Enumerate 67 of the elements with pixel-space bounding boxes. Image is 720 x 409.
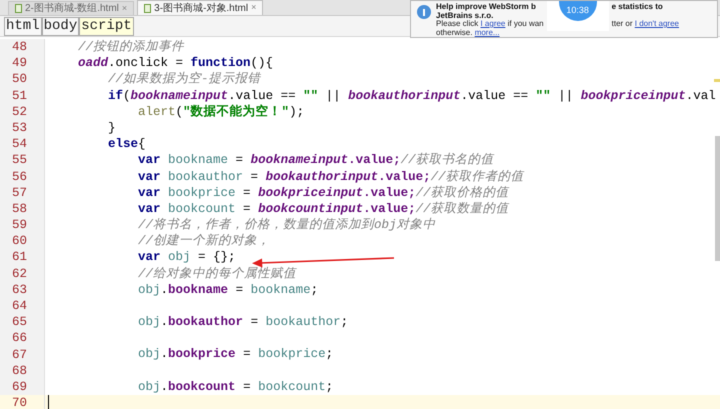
line-number: 53	[11, 120, 28, 136]
line-number: 66	[11, 330, 28, 347]
breadcrumb-item[interactable]: script	[79, 16, 134, 36]
notification-text: otherwise.	[436, 28, 474, 37]
line-number: 50	[11, 71, 28, 88]
line-number: 61	[11, 249, 28, 266]
notification-text: if you wan	[506, 20, 544, 28]
code-line: alert("数据不能为空！");	[137, 104, 304, 120]
code-line: obj.bookcount = bookcount;	[137, 378, 334, 395]
notification-link[interactable]: more...	[474, 28, 500, 37]
line-number: 63	[11, 282, 28, 298]
line-number: 59	[11, 217, 28, 234]
code-line: oadd.onclick = function(){	[77, 55, 274, 72]
code-line: //将书名，作者，价格，数量的值添加到obj对象中	[137, 217, 436, 234]
line-number: 55	[11, 152, 28, 168]
line-number: 65	[11, 314, 28, 330]
line-number: 69	[11, 378, 28, 396]
error-stripe-mark[interactable]	[714, 79, 720, 82]
line-number: 52	[11, 104, 28, 120]
line-number: 58	[11, 200, 28, 218]
line-number: 68	[11, 362, 28, 379]
tab-label: 3-图书商城-对象.html	[154, 2, 248, 16]
notification-text: Please click	[436, 20, 480, 28]
scrollbar-thumb[interactable]	[715, 136, 720, 261]
code-line: else{	[107, 136, 146, 152]
file-icon	[15, 4, 22, 13]
line-number: 62	[11, 266, 28, 282]
code-line: //创建一个新的对象，	[137, 233, 270, 250]
notification-title: e statistics to	[612, 3, 663, 12]
code-line: if(booknameinput.value == "" || bookauthorinput.value == "" || bookpriceinput.val	[107, 88, 716, 104]
line-number: 54	[11, 136, 28, 152]
line-number: 60	[11, 233, 28, 250]
code-line: obj.bookauthor = bookauthor;	[137, 314, 348, 330]
code-line: var bookprice = bookpriceinput.value;//获取价格的值	[137, 184, 509, 201]
tab-label: 2-图书商城-数组.html	[25, 2, 119, 16]
notification-link[interactable]: I agree	[480, 20, 506, 28]
line-number: 70	[0, 395, 44, 409]
editor-tab[interactable]: 2-图书商城-数组.html ×	[8, 1, 134, 15]
code-line: //给对象中的每个属性赋值	[137, 266, 296, 282]
code-line: var obj = {};	[137, 249, 236, 266]
notification-title: Help improve WebStorm b	[436, 3, 536, 12]
code-line: obj.bookname = bookname;	[137, 282, 318, 298]
code-line: var bookcount = bookcountinput.value;//获取数量的值	[137, 200, 509, 218]
breadcrumb-item[interactable]: html	[4, 16, 42, 36]
code-line: var bookname = booknameinput.value;//获取书名的值	[137, 152, 494, 169]
line-number: 64	[11, 298, 28, 314]
line-number: 48	[11, 39, 28, 56]
code-line: //按钮的添加事件	[77, 39, 184, 56]
text-cursor	[48, 395, 49, 409]
line-number: 51	[11, 88, 28, 104]
notification-link[interactable]: I don't agree	[634, 20, 679, 28]
line-number: 49	[11, 55, 28, 72]
info-icon	[417, 5, 431, 19]
line-number: 56	[11, 168, 28, 185]
notification-title: JetBrains s.r.o.	[436, 12, 494, 20]
line-number: 57	[11, 184, 28, 201]
code-line: }	[107, 120, 116, 136]
line-number: 67	[11, 346, 28, 363]
clock-badge: 10:38	[558, 1, 597, 21]
close-icon[interactable]: ×	[251, 1, 256, 15]
code-line: //如果数据为空-提示报错	[107, 71, 261, 88]
file-icon	[144, 4, 152, 12]
editor-tab[interactable]: 3-图书商城-对象.html ×	[137, 0, 264, 15]
notification-text: tter or	[612, 20, 634, 28]
code-line: obj.bookprice = bookprice;	[137, 346, 334, 363]
breadcrumb-item[interactable]: body	[42, 16, 80, 36]
code-line: var bookauthor = bookauthorinput.value;//获取作者的值	[137, 168, 524, 185]
